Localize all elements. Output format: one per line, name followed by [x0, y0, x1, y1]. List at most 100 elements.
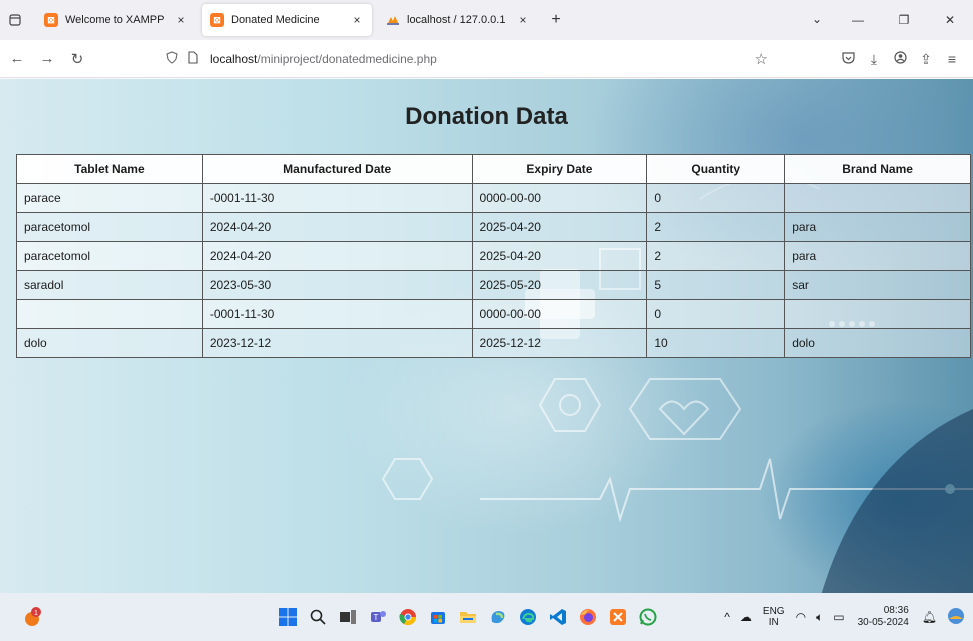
table-cell: paracetomol: [16, 212, 203, 242]
copilot-icon[interactable]: [486, 605, 510, 629]
firefox-icon[interactable]: [576, 605, 600, 629]
search-icon[interactable]: [306, 605, 330, 629]
table-cell: [16, 299, 203, 329]
table-row: paracetomol 2024-04-20 2025-04-20 2 para: [16, 241, 971, 271]
language-indicator[interactable]: ENG IN: [763, 606, 785, 628]
column-header: Quantity: [646, 154, 786, 184]
table-cell: 2025-04-20: [471, 212, 648, 242]
tab-title: Welcome to XAMPP: [65, 14, 165, 26]
table-row: -0001-11-30 0000-00-00 0: [16, 299, 971, 329]
table-cell: 2024-04-20: [201, 212, 473, 242]
xampp-icon: ⊠: [44, 13, 58, 27]
table-cell: 2025-05-20: [471, 270, 648, 300]
windows-taskbar: 1 T ^ ☁ ENG IN ◠ 🔈︎ ▭ 08:36 30-05-2024 🔔…: [0, 593, 973, 641]
new-tab-button[interactable]: +: [544, 11, 568, 29]
restore-icon[interactable]: ❐: [881, 13, 927, 27]
vscode-icon[interactable]: [546, 605, 570, 629]
table-cell: 0000-00-00: [471, 299, 648, 329]
table-cell: para: [784, 241, 971, 271]
tab-title: localhost / 127.0.0.1 / bharath_i: [407, 14, 508, 26]
minimize-icon[interactable]: —: [835, 13, 881, 27]
close-tab-icon[interactable]: ×: [350, 13, 364, 27]
clock[interactable]: 08:36 30-05-2024: [858, 605, 909, 629]
teams-icon[interactable]: T: [366, 605, 390, 629]
download-icon[interactable]: ⤓: [861, 51, 887, 68]
navigation-bar: ← → ↻ localhost/miniproject/donatedmedic…: [0, 40, 973, 78]
back-icon[interactable]: ←: [4, 50, 30, 67]
table-cell: 2025-12-12: [471, 328, 648, 358]
wifi-icon[interactable]: ◠: [796, 610, 806, 624]
page-info-icon[interactable]: [188, 51, 202, 67]
chevron-down-icon[interactable]: ⌄: [812, 12, 822, 26]
tab-phpmyadmin[interactable]: localhost / 127.0.0.1 / bharath_i ×: [378, 4, 538, 36]
menu-icon[interactable]: ≡: [939, 51, 965, 67]
table-cell: 0000-00-00: [471, 183, 648, 213]
chrome-icon[interactable]: [396, 605, 420, 629]
clock-time: 08:36: [883, 605, 909, 616]
shield-icon[interactable]: [164, 51, 180, 67]
table-cell: parace: [16, 183, 203, 213]
table-cell: 0: [646, 183, 786, 213]
tab-overview-icon[interactable]: [0, 0, 30, 40]
window-controls: — ❐ ✕: [835, 0, 973, 40]
table-cell: 2024-04-20: [201, 241, 473, 271]
table-cell: 2: [646, 241, 786, 271]
table-cell: 2023-12-12: [201, 328, 473, 358]
column-header: Expiry Date: [471, 154, 648, 184]
account-icon[interactable]: [887, 51, 913, 67]
url-bar[interactable]: localhost/miniproject/donatedmedicine.ph…: [164, 45, 774, 73]
tab-donated-medicine[interactable]: ⊠ Donated Medicine ×: [202, 4, 372, 36]
table-cell: [784, 183, 971, 213]
table-row: parace -0001-11-30 0000-00-00 0: [16, 183, 971, 213]
language-code: ENG: [762, 606, 785, 617]
url-host: localhost: [210, 52, 258, 66]
weather-widget-icon[interactable]: 1: [20, 605, 44, 629]
table-cell: 2: [646, 212, 786, 242]
tab-title: Donated Medicine: [231, 14, 320, 26]
language-region: IN: [768, 617, 779, 628]
table-cell: 5: [646, 270, 786, 300]
whatsapp-icon[interactable]: [636, 605, 660, 629]
reload-icon[interactable]: ↻: [64, 50, 90, 68]
widgets-preview-icon[interactable]: [947, 607, 965, 628]
toolbar-right: ⤓ ⇪ ≡: [835, 40, 965, 78]
table-cell: paracetomol: [16, 241, 203, 271]
donation-table: Tablet Name Manufactured Date Expiry Dat…: [16, 154, 971, 358]
table-cell: -0001-11-30: [201, 299, 473, 329]
forward-icon[interactable]: →: [34, 50, 60, 67]
pocket-icon[interactable]: [835, 51, 861, 67]
onedrive-icon[interactable]: ☁: [740, 610, 752, 624]
windows-start-icon[interactable]: [276, 605, 300, 629]
table-cell: dolo: [16, 328, 203, 358]
phpmyadmin-icon: [386, 13, 400, 27]
table-cell: dolo: [784, 328, 971, 358]
table-cell: saradol: [16, 270, 203, 300]
share-icon[interactable]: ⇪: [913, 51, 939, 68]
file-explorer-icon[interactable]: [456, 605, 480, 629]
table-row: saradol 2023-05-30 2025-05-20 5 sar: [16, 270, 971, 300]
column-header: Tablet Name: [16, 154, 203, 184]
table-cell: 0: [646, 299, 786, 329]
table-cell: [784, 299, 971, 329]
notification-badge: 1: [34, 610, 38, 617]
close-tab-icon[interactable]: ×: [516, 13, 530, 27]
page-title: Donation Data: [405, 103, 568, 130]
tab-welcome-xampp[interactable]: ⊠ Welcome to XAMPP ×: [36, 4, 196, 36]
table-cell: para: [784, 212, 971, 242]
volume-icon[interactable]: 🔈︎: [816, 610, 823, 625]
chevron-up-icon[interactable]: ^: [724, 610, 730, 624]
notifications-bell-icon[interactable]: 🔔︎: [922, 610, 937, 624]
table-cell: sar: [784, 270, 971, 300]
close-tab-icon[interactable]: ×: [174, 13, 188, 27]
column-header: Manufactured Date: [201, 154, 473, 184]
battery-icon[interactable]: ▭: [833, 610, 844, 624]
edge-icon[interactable]: [516, 605, 540, 629]
table-header-row: Tablet Name Manufactured Date Expiry Dat…: [16, 154, 971, 184]
xampp-taskbar-icon[interactable]: [606, 605, 630, 629]
task-view-icon[interactable]: [336, 605, 360, 629]
url-path: /miniproject/donatedmedicine.php: [257, 52, 437, 66]
bookmark-star-icon[interactable]: ☆: [755, 50, 768, 68]
close-window-icon[interactable]: ✕: [927, 13, 973, 27]
store-icon[interactable]: [426, 605, 450, 629]
clock-date: 30-05-2024: [857, 617, 909, 628]
